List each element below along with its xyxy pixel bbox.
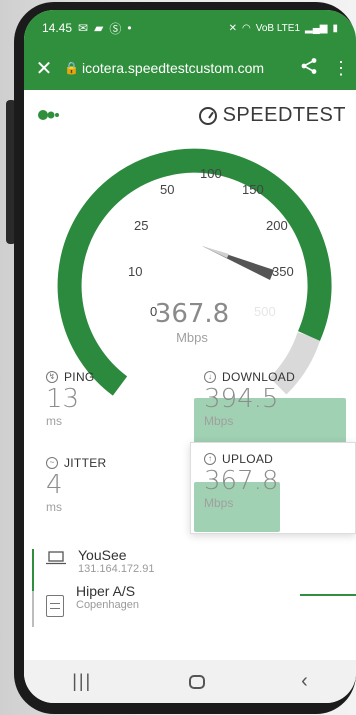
download-icon: ↓ [204,371,216,383]
close-icon[interactable]: ✕ [24,56,64,81]
isp-ip: 131.164.172.91 [78,563,155,575]
logo-row: SPEEDTEST [24,102,356,128]
lock-icon: 🔒 [64,61,79,75]
dot-icon: • [127,21,132,35]
status-left: 14.45 ✉ ▰ Ⓢ • [42,20,132,37]
progress-line [300,594,356,596]
jitter-metric: ~ JITTER 4 ms [46,456,106,514]
ping-metric: ↯ PING 13 ms [46,370,95,428]
upload-value: 367.8 [204,466,279,496]
ping-unit: ms [46,414,62,428]
tick-200: 200 [266,218,288,233]
home-icon[interactable] [188,674,205,689]
isp-name: YouSee [78,547,127,563]
mute-icon: ✕ [228,22,237,34]
signal-icon: ▂▄▆ [305,22,328,34]
gauge-needle-tail [202,246,229,258]
browser-toolbar: ✕ 🔒 icotera.speedtestcustom.com ⋮ [24,46,356,90]
upload-unit: Mbps [204,496,234,510]
ping-value: 13 [46,384,80,414]
share-icon[interactable] [292,57,326,80]
audio-wave-icon [38,110,59,120]
isp-indicator-bar [32,549,34,591]
tick-50: 50 [160,182,174,197]
brand-name: SPEEDTEST [222,104,346,126]
isp-row[interactable]: YouSee 131.164.172.91 [46,547,154,575]
tick-10: 10 [128,264,142,279]
screen: 14.45 ✉ ▰ Ⓢ • ✕ ◠ VoB LTE1 ▂▄▆ ▮ ✕ 🔒 ico… [24,10,356,703]
jitter-label: JITTER [64,456,107,470]
jitter-value: 4 [46,470,63,500]
upload-label-row: ↑ UPLOAD [204,452,278,466]
tick-150: 150 [242,182,264,197]
ping-icon: ↯ [46,371,58,383]
connection-info: YouSee 131.164.172.91 Hiper A/S Copenhag… [32,545,352,627]
laptop-icon [46,551,66,565]
speedtest-dial-icon [198,106,217,125]
download-metric: ↓ DOWNLOAD 394.5 Mbps [204,370,295,428]
speedtest-logo: SPEEDTEST [198,104,346,127]
server-name: Hiper A/S [76,583,136,599]
phone-frame: 14.45 ✉ ▰ Ⓢ • ✕ ◠ VoB LTE1 ▂▄▆ ▮ ✕ 🔒 ico… [0,0,356,715]
server-row[interactable]: Hiper A/S Copenhagen [46,583,139,617]
battery-icon: ▮ [332,22,338,34]
server-text: Hiper A/S Copenhagen [76,583,139,611]
mail-icon: ✉ [78,21,89,35]
gauge-value: 367.8 [155,299,229,329]
s-icon: Ⓢ [109,21,122,36]
tick-350: 350 [272,264,294,279]
ping-label-row: ↯ PING [46,370,95,384]
tick-25: 25 [134,218,148,233]
message-icon: ▰ [94,21,104,35]
wifi-icon: ◠ [241,22,251,34]
server-icon [46,595,64,617]
status-right: ✕ ◠ VoB LTE1 ▂▄▆ ▮ [229,23,338,34]
volte-icon: VoB LTE1 [255,22,301,34]
recents-icon[interactable]: ||| [72,671,92,692]
tick-100: 100 [200,166,222,181]
jitter-unit: ms [46,500,62,514]
download-label: DOWNLOAD [222,370,296,384]
jitter-label-row: ~ JITTER [46,456,106,470]
url-text[interactable]: icotera.speedtestcustom.com [82,60,292,76]
server-indicator-bar [32,591,34,627]
upload-icon: ↑ [204,453,216,465]
upload-metric: ↑ UPLOAD 367.8 Mbps [204,452,278,510]
speedtest-content: SPEEDTEST 0 10 25 50 100 150 200 350 500 [24,90,356,660]
ping-label: PING [64,370,95,384]
download-unit: Mbps [204,414,234,428]
server-location: Copenhagen [76,599,140,611]
jitter-icon: ~ [46,457,58,469]
download-value: 394.5 [204,384,279,414]
more-vert-icon[interactable]: ⋮ [326,58,356,79]
isp-text: YouSee 131.164.172.91 [78,547,154,575]
tick-500: 500 [254,304,276,319]
system-nav-bar: ||| ‹ [24,660,356,703]
download-label-row: ↓ DOWNLOAD [204,370,295,384]
status-time: 14.45 [42,21,73,35]
gauge-unit: Mbps [176,330,208,345]
back-icon[interactable]: ‹ [301,670,308,693]
status-bar: 14.45 ✉ ▰ Ⓢ • ✕ ◠ VoB LTE1 ▂▄▆ ▮ [24,10,356,46]
upload-label: UPLOAD [222,452,274,466]
